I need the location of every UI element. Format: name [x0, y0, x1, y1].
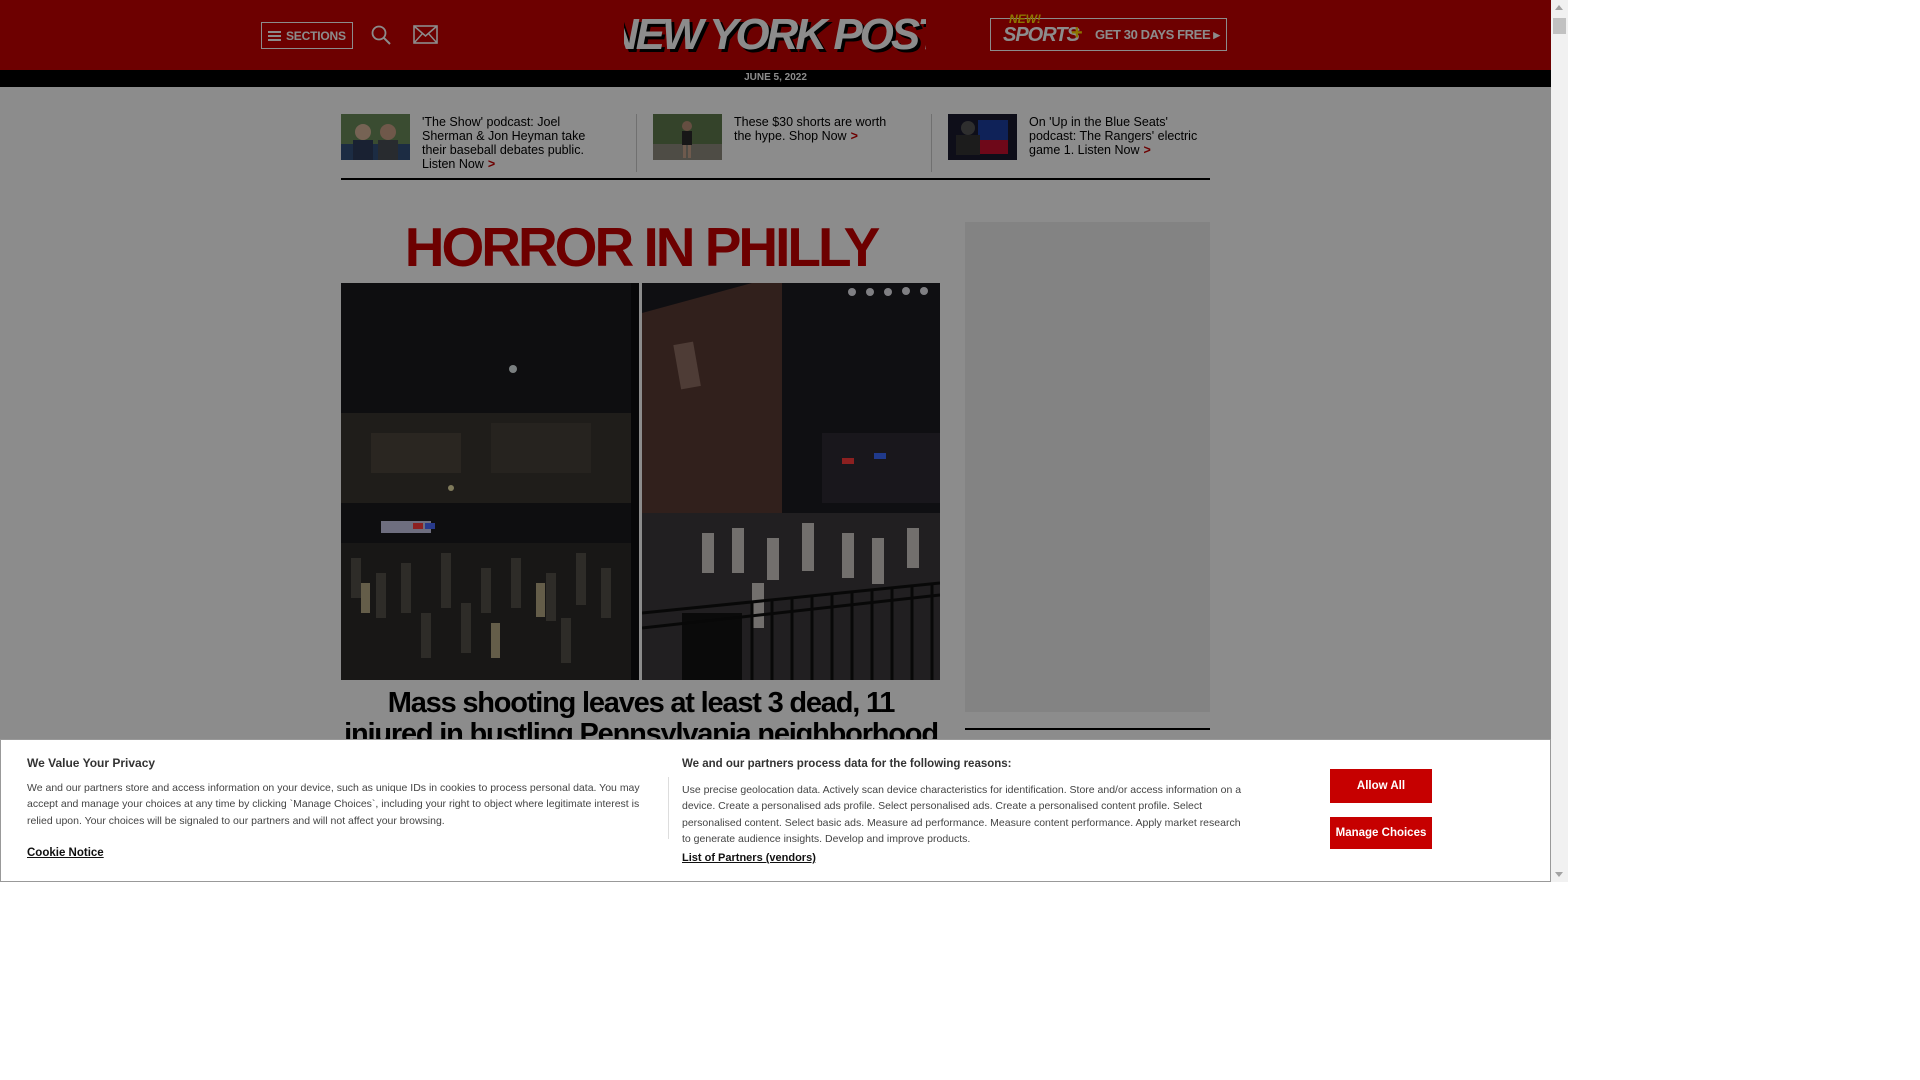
cookie-notice-link[interactable]: Cookie Notice [27, 847, 104, 859]
partners-list-link[interactable]: List of Partners (vendors) [682, 852, 816, 864]
privacy-description: We and our partners store and access inf… [27, 782, 640, 827]
purposes-title: We and our partners process data for the… [682, 758, 1012, 770]
scroll-down-icon[interactable] [1555, 872, 1563, 877]
manage-choices-button[interactable]: Manage Choices [1330, 817, 1432, 849]
page-scrollbar[interactable] [1551, 0, 1568, 882]
cookie-consent-banner: We Value Your Privacy We and our partner… [0, 739, 1551, 882]
divider [668, 777, 669, 839]
privacy-title: We Value Your Privacy [27, 756, 156, 770]
scroll-thumb[interactable] [1553, 18, 1566, 34]
purposes-description: Use precise geolocation data. Actively s… [682, 784, 1242, 845]
allow-all-button[interactable]: Allow All [1330, 769, 1432, 803]
scroll-up-icon[interactable] [1555, 5, 1563, 10]
